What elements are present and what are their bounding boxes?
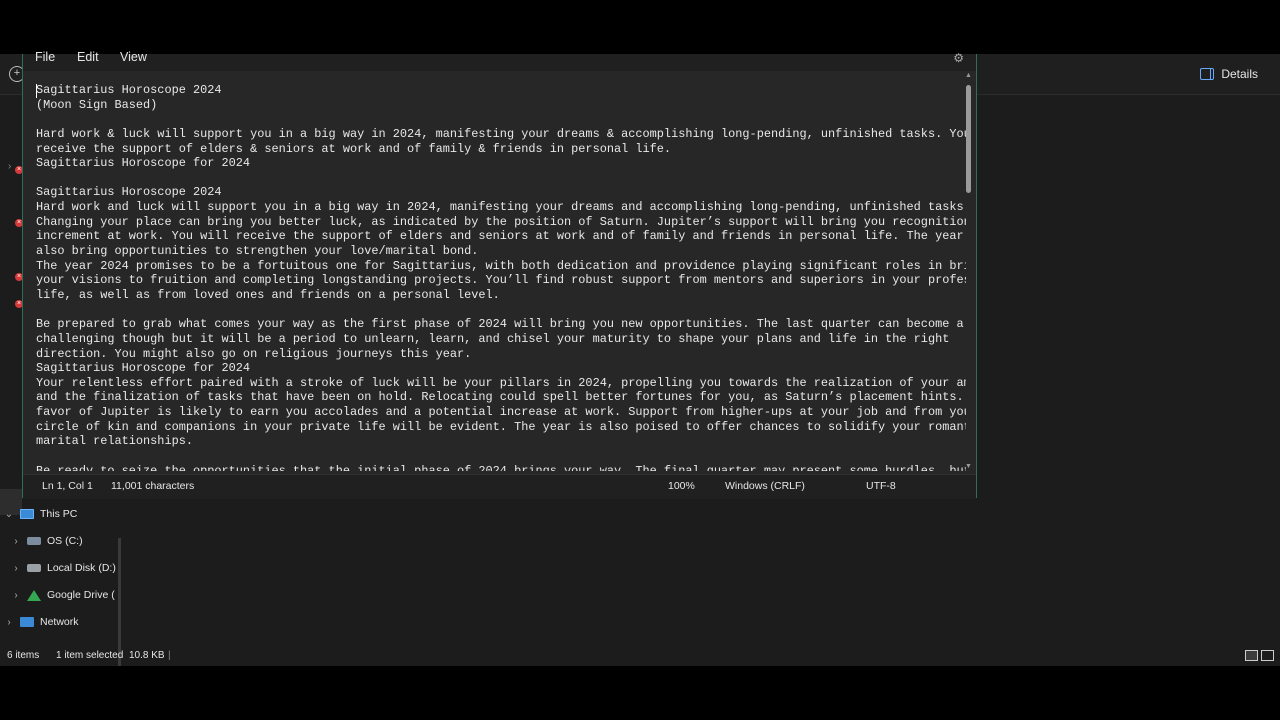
menu-bar: File Edit View ⚙ [23, 50, 976, 71]
scroll-thumb[interactable] [966, 85, 971, 193]
text-line: Be prepared to grab what comes your way … [36, 317, 966, 332]
computer-icon [20, 509, 34, 519]
menu-edit[interactable]: Edit [77, 50, 99, 64]
text-line: Sagittarius Horoscope 2024 [36, 83, 222, 97]
view-toggle [1245, 650, 1274, 661]
text-line: circle of kin and companions in your pri… [36, 419, 966, 434]
tree-item-network[interactable]: › Network [4, 612, 79, 632]
notepad-status-bar: Ln 1, Col 1 11,001 characters 100% Windo… [23, 474, 976, 499]
text-line: Hard work & luck will support you in a b… [36, 126, 966, 141]
chevron-right-icon[interactable]: › [11, 563, 21, 574]
line-ending[interactable]: Windows (CRLF) [725, 480, 805, 492]
text-line: marital relationships. [36, 434, 193, 449]
tree-item-this-pc[interactable]: ⌄ This PC [4, 504, 78, 524]
text-line: favor of Jupiter is likely to earn you a… [36, 405, 966, 420]
details-pane-icon [1200, 68, 1215, 80]
vertical-scrollbar[interactable]: ▲ ▼ [964, 72, 973, 470]
text-caret [36, 84, 37, 98]
text-line: increment at work. You will receive the … [36, 229, 966, 244]
menu-file[interactable]: File [35, 50, 55, 64]
details-label: Details [1221, 67, 1258, 81]
tree-item-label: This PC [40, 508, 78, 520]
tree-item-os-c[interactable]: › OS (C:) [11, 531, 83, 551]
drive-icon [27, 537, 41, 545]
chevron-right-icon[interactable]: › [11, 590, 21, 601]
text-line: challenging though but it will be a peri… [36, 331, 950, 346]
chevron-right-icon[interactable]: › [8, 161, 11, 172]
explorer-status-bar: 6 items 1 item selected 10.8 KB | [0, 650, 1280, 666]
tree-item-local-disk-d[interactable]: › Local Disk (D:) [11, 558, 116, 578]
tree-item-label: Network [40, 616, 79, 628]
text-line [36, 112, 966, 127]
text-line: Sagittarius Horoscope for 2024 [36, 156, 251, 171]
text-line [36, 303, 966, 318]
character-count: 11,001 characters [111, 480, 195, 492]
text-line: Sagittarius Horoscope 2024 [36, 185, 222, 200]
zoom-level[interactable]: 100% [668, 480, 695, 492]
scroll-up-arrow-icon[interactable]: ▲ [964, 72, 973, 79]
text-line: receive the support of elders & seniors … [36, 141, 672, 156]
text-line: your visions to fruition and completing … [36, 273, 966, 288]
text-line [36, 449, 966, 464]
text-line: Be ready to seize the opportunities that… [36, 463, 966, 471]
item-count: 6 items [7, 650, 40, 661]
tree-item-label: Google Drive ( [47, 589, 115, 601]
details-view-icon[interactable] [1245, 650, 1258, 661]
drive-icon [27, 564, 41, 572]
menu-view[interactable]: View [120, 50, 147, 64]
pane-resize-handle[interactable] [118, 538, 121, 666]
tiles-view-icon[interactable] [1261, 650, 1274, 661]
tree-item-google-drive[interactable]: › Google Drive ( [11, 585, 115, 605]
chevron-right-icon[interactable]: › [4, 617, 14, 628]
tree-item-label: Local Disk (D:) [47, 562, 116, 574]
tree-item-label: OS (C:) [47, 535, 83, 547]
text-line: (Moon Sign Based) [36, 97, 158, 112]
status-separator: | [168, 650, 171, 661]
text-line: Changing your place can bring you better… [36, 214, 966, 229]
google-drive-icon [27, 589, 41, 601]
scroll-down-arrow-icon[interactable]: ▼ [964, 463, 973, 470]
text-line: The year 2024 promises to be a fortuitou… [36, 258, 966, 273]
text-line [36, 171, 966, 186]
network-icon [20, 617, 34, 627]
encoding[interactable]: UTF-8 [866, 480, 896, 492]
selection-count: 1 item selected [56, 650, 124, 661]
settings-gear-icon[interactable]: ⚙ [953, 51, 964, 65]
text-line: direction. You might also go on religiou… [36, 346, 472, 361]
selection-size: 10.8 KB [129, 650, 165, 661]
text-line: and the finalization of tasks that have … [36, 390, 966, 405]
chevron-right-icon[interactable]: › [11, 536, 21, 547]
text-line: also bring opportunities to strengthen y… [36, 244, 479, 259]
cursor-position: Ln 1, Col 1 [42, 480, 93, 492]
text-editor[interactable]: Sagittarius Horoscope 2024 (Moon Sign Bas… [36, 83, 966, 471]
details-button[interactable]: Details [1200, 67, 1258, 81]
text-line: Your relentless effort paired with a str… [36, 375, 966, 390]
text-line: life, as well as from loved ones and fri… [36, 287, 500, 302]
chevron-down-icon[interactable]: ⌄ [4, 509, 14, 520]
text-line: Hard work and luck will support you in a… [36, 200, 966, 215]
text-line: Sagittarius Horoscope for 2024 [36, 361, 251, 376]
notepad-window: File Edit View ⚙ Sagittarius Horoscope 2… [22, 50, 977, 499]
